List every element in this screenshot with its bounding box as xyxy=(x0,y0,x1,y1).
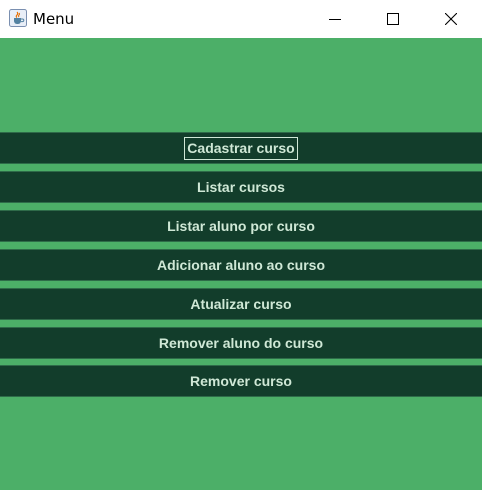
remover-aluno-do-curso-button[interactable]: Remover aluno do curso xyxy=(0,327,482,359)
button-label: Remover aluno do curso xyxy=(158,334,324,351)
button-label: Listar aluno por curso xyxy=(167,217,315,234)
button-label: Remover curso xyxy=(190,372,292,389)
listar-aluno-por-curso-button[interactable]: Listar aluno por curso xyxy=(0,210,482,242)
button-label: Atualizar curso xyxy=(190,295,292,312)
minimize-icon xyxy=(329,10,341,29)
remover-curso-button[interactable]: Remover curso xyxy=(0,365,482,397)
listar-cursos-button[interactable]: Listar cursos xyxy=(0,171,482,203)
adicionar-aluno-ao-curso-button[interactable]: Adicionar aluno ao curso xyxy=(0,249,482,281)
cadastrar-curso-button[interactable]: Cadastrar curso xyxy=(0,132,482,164)
button-label: Listar cursos xyxy=(197,178,285,195)
app-window: Menu Cadastrar curso Listar cursos Lista… xyxy=(0,0,482,490)
maximize-icon xyxy=(387,10,399,29)
close-icon xyxy=(444,10,458,29)
close-button[interactable] xyxy=(422,0,480,38)
java-cup-icon xyxy=(9,9,27,27)
button-label: Adicionar aluno ao curso xyxy=(156,256,326,273)
window-title: Menu xyxy=(33,10,75,28)
minimize-button[interactable] xyxy=(306,0,364,38)
maximize-button[interactable] xyxy=(364,0,422,38)
atualizar-curso-button[interactable]: Atualizar curso xyxy=(0,288,482,320)
title-bar[interactable]: Menu xyxy=(0,0,482,38)
button-label: Cadastrar curso xyxy=(184,136,298,160)
menu-panel: Cadastrar curso Listar cursos Listar alu… xyxy=(0,38,482,490)
